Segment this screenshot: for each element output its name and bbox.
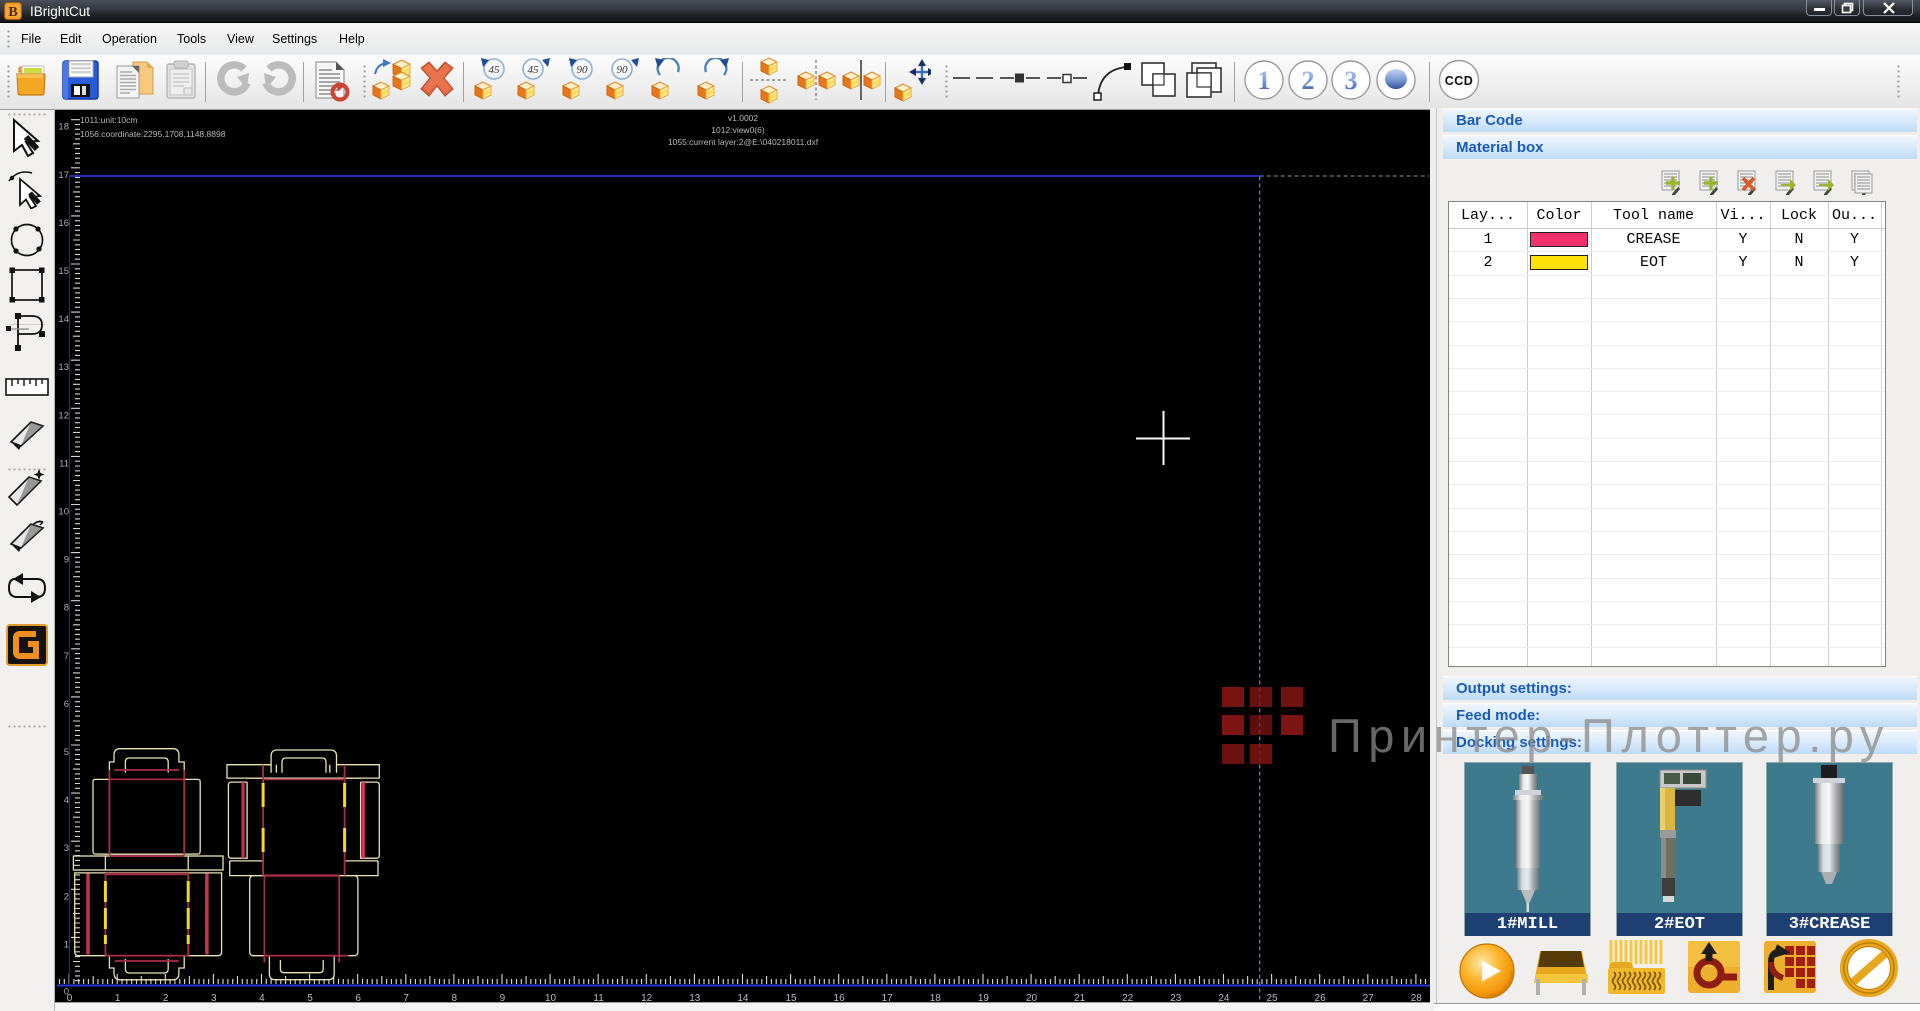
svg-text:4: 4 [64,795,69,806]
svg-text:16: 16 [58,218,69,229]
svg-text:2: 2 [1302,66,1315,95]
svg-text:CCD: CCD [1445,74,1474,88]
svg-text:5: 5 [64,747,69,758]
svg-text:1: 1 [1258,66,1271,95]
svg-text:1011:unit:10cm: 1011:unit:10cm [80,115,138,125]
svg-text:14: 14 [58,314,69,325]
svg-text:18: 18 [58,122,69,133]
svg-text:2: 2 [64,891,69,902]
svg-text:9: 9 [64,555,69,566]
svg-text:7: 7 [64,651,69,662]
svg-text:1056:coordinate:2295.1708,1148: 1056:coordinate:2295.1708,1148.8898 [80,129,226,139]
svg-text:17: 17 [58,170,69,181]
svg-text:45: 45 [528,64,540,76]
svg-text:B: B [8,5,17,20]
svg-text:45: 45 [489,64,501,76]
svg-text:6: 6 [64,699,69,710]
svg-text:1012:view0(6): 1012:view0(6) [711,125,765,135]
svg-text:13: 13 [58,362,69,373]
svg-text:1055:current layer:2@E:\040218: 1055:current layer:2@E:\040218011.dxf [668,137,819,147]
svg-text:12: 12 [58,410,69,421]
svg-text:3: 3 [64,843,69,854]
svg-text:8: 8 [64,603,69,614]
svg-text:90: 90 [617,64,629,76]
svg-text:v1.0002: v1.0002 [728,113,759,123]
svg-text:1: 1 [64,939,69,950]
svg-text:10: 10 [58,507,69,518]
svg-text:15: 15 [58,266,69,277]
svg-text:90: 90 [577,64,589,76]
svg-text:3: 3 [1345,66,1358,95]
svg-text:11: 11 [59,458,69,469]
